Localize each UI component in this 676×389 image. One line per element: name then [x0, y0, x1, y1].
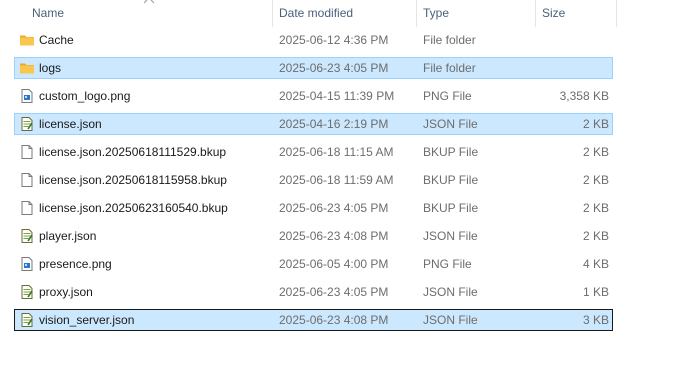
file-type: BKUP File — [423, 201, 479, 215]
file-name: license.json.20250618111529.bkup — [39, 145, 227, 159]
file-size: 1 KB — [582, 285, 609, 299]
file-type: JSON File — [423, 229, 478, 243]
file-type: JSON File — [423, 117, 478, 131]
file-name: custom_logo.png — [39, 89, 131, 103]
file-date-modified: 2025-06-23 4:05 PM — [279, 285, 389, 299]
folder-icon — [19, 32, 35, 48]
file-row[interactable]: proxy.json 2025-06-23 4:05 PM JSON File 1 K… — [14, 281, 613, 303]
file-name: vision_server.json — [39, 313, 135, 327]
column-divider[interactable] — [535, 0, 536, 27]
file-type: JSON File — [423, 313, 478, 327]
column-size-header[interactable]: Size — [542, 0, 612, 27]
column-header: Name Date modified Type Size — [0, 0, 676, 27]
file-name: player.json — [39, 229, 97, 243]
file-row[interactable]: license.json.20250618115958.bkup 2025-06-… — [14, 169, 613, 191]
file-size — [543, 30, 609, 50]
json-file-icon — [19, 312, 35, 328]
file-date-modified: 2025-06-23 4:08 PM — [279, 229, 389, 243]
file-date-modified: 2025-06-18 11:15 AM — [279, 145, 394, 159]
file-date-modified: 2025-06-18 11:59 AM — [279, 173, 394, 187]
file-type: PNG File — [423, 257, 472, 271]
file-name: license.json.20250618115958.bkup — [39, 173, 227, 187]
blank-file-icon — [19, 144, 35, 160]
file-type: File folder — [423, 33, 476, 47]
file-size: 3,358 KB — [559, 89, 609, 103]
column-divider[interactable] — [616, 0, 617, 27]
file-row[interactable]: license.json 2025-04-16 2:19 PM JSON File 2… — [14, 113, 613, 135]
column-type-header[interactable]: Type — [423, 0, 533, 27]
file-type: JSON File — [423, 285, 478, 299]
json-file-icon — [19, 116, 35, 132]
file-size: 4 KB — [582, 257, 609, 271]
file-row[interactable]: custom_logo.png 2025-04-15 11:39 PM PNG Fi… — [14, 85, 613, 107]
file-date-modified: 2025-06-23 4:05 PM — [279, 61, 389, 75]
file-name: logs — [39, 61, 62, 75]
file-date-modified: 2025-06-23 4:08 PM — [279, 313, 389, 327]
file-row[interactable]: license.json.20250623160540.bkup 2025-06-… — [14, 197, 613, 219]
file-size: 2 KB — [582, 173, 609, 187]
file-size — [543, 58, 609, 78]
column-divider[interactable] — [272, 0, 273, 27]
image-file-icon — [19, 88, 35, 104]
file-date-modified: 2025-06-23 4:05 PM — [279, 201, 389, 215]
file-size: 2 KB — [582, 117, 609, 131]
file-row[interactable]: license.json.20250618111529.bkup 2025-06-… — [14, 141, 613, 163]
column-divider[interactable] — [416, 0, 417, 27]
file-type: PNG File — [423, 89, 472, 103]
file-row[interactable]: logs 2025-06-23 4:05 PM File folder — [14, 57, 613, 79]
file-row[interactable]: player.json 2025-06-23 4:08 PM JSON File 2 … — [14, 225, 613, 247]
file-name: presence.png — [39, 257, 112, 271]
column-date-header[interactable]: Date modified — [279, 0, 415, 27]
file-type: BKUP File — [423, 173, 479, 187]
file-row[interactable]: Cache 2025-06-12 4:36 PM File folder — [14, 29, 613, 51]
file-date-modified: 2025-04-16 2:19 PM — [279, 117, 389, 131]
file-type: BKUP File — [423, 145, 479, 159]
blank-file-icon — [19, 172, 35, 188]
file-row[interactable]: presence.png 2025-06-05 4:00 PM PNG File 4 … — [14, 253, 613, 275]
file-date-modified: 2025-04-15 11:39 PM — [279, 89, 395, 103]
image-file-icon — [19, 256, 35, 272]
file-size: 2 KB — [582, 229, 609, 243]
file-date-modified: 2025-06-05 4:00 PM — [279, 257, 389, 271]
blank-file-icon — [19, 200, 35, 216]
file-type: File folder — [423, 61, 476, 75]
column-name-header[interactable]: Name — [32, 0, 272, 27]
json-file-icon — [19, 284, 35, 300]
file-size: 2 KB — [582, 145, 609, 159]
file-name: proxy.json — [39, 285, 93, 299]
file-name: license.json.20250623160540.bkup — [39, 201, 228, 215]
json-file-icon — [19, 228, 35, 244]
folder-icon — [19, 60, 35, 76]
file-row[interactable]: vision_server.json 2025-06-23 4:08 PM JSON… — [14, 309, 613, 331]
file-date-modified: 2025-06-12 4:36 PM — [279, 33, 389, 47]
file-name: Cache — [39, 33, 74, 47]
file-name: license.json — [39, 117, 102, 131]
file-size: 3 KB — [582, 313, 609, 327]
file-size: 2 KB — [582, 201, 609, 215]
